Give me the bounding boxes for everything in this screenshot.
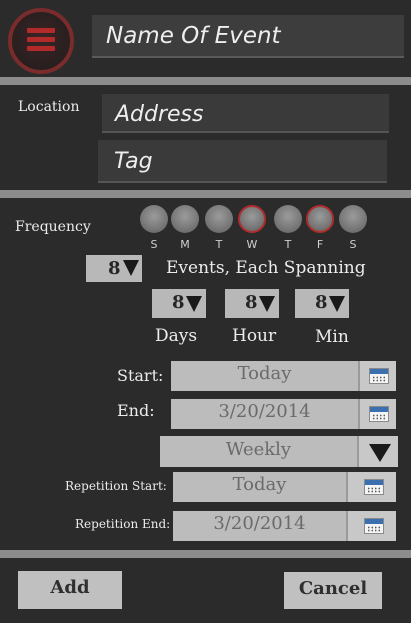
day-letter: S [150,238,158,251]
menu-button[interactable] [8,8,74,74]
address-input[interactable]: Address [102,94,389,133]
start-date-field[interactable]: Today [171,361,358,391]
start-label: Start: [117,366,164,385]
hamburger-icon-bar [27,46,55,51]
repeat-frequency-dropdown[interactable]: Weekly [160,436,357,467]
start-calendar-button[interactable] [358,361,396,391]
calendar-icon [369,368,389,384]
end-calendar-button[interactable] [358,399,396,429]
dropdown-arrow-icon [259,296,275,312]
divider [0,190,411,198]
dropdown-arrow-icon [186,296,202,312]
day-letter: S [349,238,357,251]
events-count-value: 8 [108,258,121,279]
calendar-icon [364,479,384,495]
repetition-start-label: Repetition Start: [65,479,167,493]
repeat-dropdown-button[interactable] [357,436,398,467]
day-letter: T [284,238,292,251]
divider [0,77,411,85]
hamburger-icon-bar [27,37,55,42]
repetition-end-calendar-button[interactable] [346,511,396,541]
day-letter: W [246,238,258,251]
min-label: Min [315,327,349,347]
divider [0,550,411,558]
events-spanning-text: Events, Each Spanning [166,258,366,278]
hour-label: Hour [232,326,277,346]
dropdown-arrow-icon [123,260,139,276]
repetition-end-field[interactable]: 3/20/2014 [173,511,346,541]
repetition-start-calendar-button[interactable] [346,472,396,502]
day-toggle-friday[interactable] [306,205,334,233]
calendar-icon [364,518,384,534]
location-label: Location [18,99,80,115]
tag-input[interactable]: Tag [98,140,387,183]
events-count-dropdown[interactable]: 8 [86,255,142,282]
day-letter: M [180,238,190,251]
day-toggle-thursday[interactable] [274,205,302,233]
hamburger-icon-bar [27,28,55,33]
days-label: Days [155,326,198,346]
calendar-icon [369,406,389,422]
end-label: End: [117,401,155,420]
day-letter: T [215,238,223,251]
dropdown-arrow-icon [369,444,391,462]
min-dropdown[interactable]: 8 [295,289,349,318]
min-value: 8 [315,292,328,313]
days-value: 8 [172,292,185,313]
dropdown-arrow-icon [329,296,345,312]
days-dropdown[interactable]: 8 [152,289,206,318]
hour-dropdown[interactable]: 8 [225,289,279,318]
repetition-start-field[interactable]: Today [173,472,346,502]
event-name-input[interactable]: Name Of Event [92,15,404,58]
day-toggle-sunday[interactable] [140,205,168,233]
repetition-end-label: Repetition End: [75,517,171,531]
day-toggle-tuesday[interactable] [205,205,233,233]
cancel-button[interactable]: Cancel [284,572,382,609]
end-date-field[interactable]: 3/20/2014 [171,399,358,429]
hour-value: 8 [245,292,258,313]
frequency-label: Frequency [15,219,91,235]
day-toggle-saturday[interactable] [339,205,367,233]
day-toggle-monday[interactable] [171,205,199,233]
day-letter: F [316,238,324,251]
add-button[interactable]: Add [18,571,122,609]
day-toggle-wednesday[interactable] [238,205,266,233]
